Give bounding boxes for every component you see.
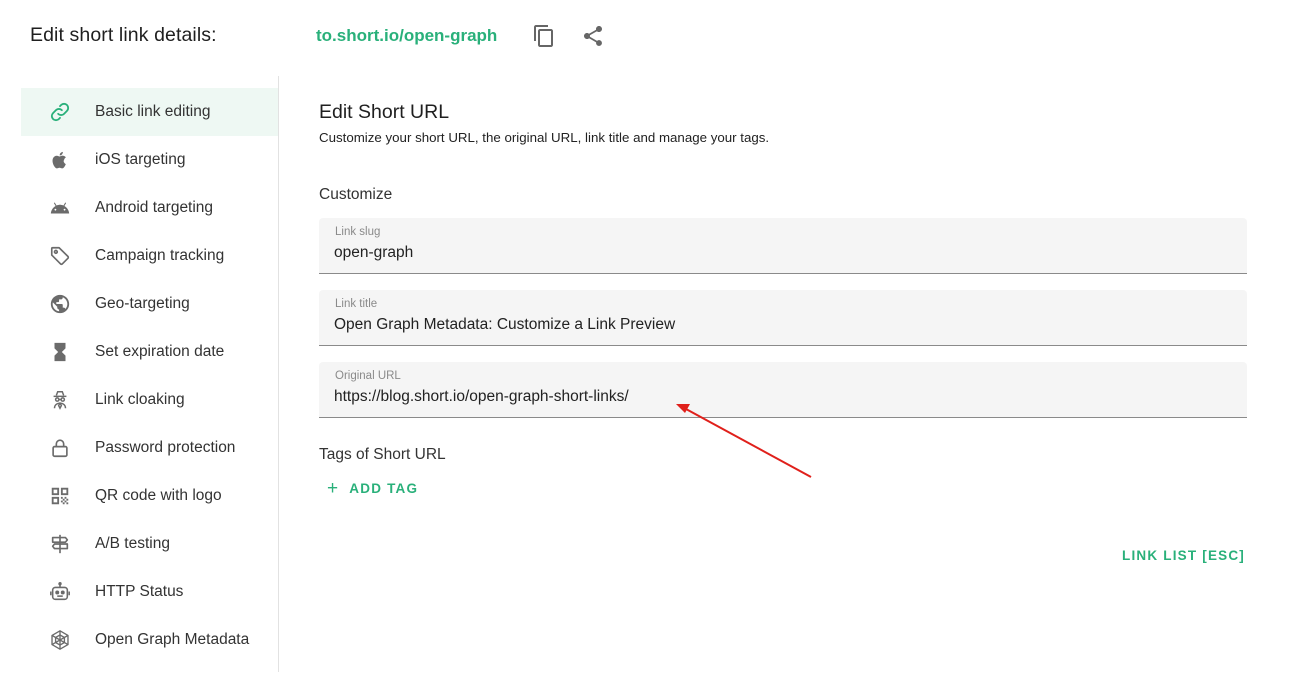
- globe-icon: [48, 292, 72, 316]
- robot-icon: [48, 580, 72, 604]
- tag-icon: [48, 244, 72, 268]
- customize-label: Customize: [319, 186, 393, 203]
- link-slug-value[interactable]: open-graph: [334, 244, 413, 262]
- sidebar-item-ios-targeting[interactable]: iOS targeting: [21, 136, 278, 184]
- copy-icon[interactable]: [532, 24, 556, 48]
- sidebar-item-label: Geo-targeting: [95, 295, 190, 312]
- sidebar-item-http-status[interactable]: HTTP Status: [21, 568, 278, 616]
- link-slug-label: Link slug: [335, 226, 381, 238]
- section-subtitle: Customize your short URL, the original U…: [319, 130, 770, 145]
- sidebar-item-label: HTTP Status: [95, 583, 184, 600]
- share-icon[interactable]: [581, 24, 605, 48]
- sidebar-item-qr-code-with-logo[interactable]: QR code with logo: [21, 472, 278, 520]
- sidebar-item-label: QR code with logo: [95, 487, 222, 504]
- link-slug-field[interactable]: Link slug open-graph: [319, 218, 1247, 274]
- sidebar-item-label: Password protection: [95, 439, 236, 456]
- link-icon: [48, 100, 72, 124]
- add-tag-button[interactable]: + ADD TAG: [327, 479, 418, 498]
- sidebar-item-geo-targeting[interactable]: Geo-targeting: [21, 280, 278, 328]
- sidebar-item-label: Set expiration date: [95, 343, 225, 360]
- spy-icon: [48, 388, 72, 412]
- android-icon: [48, 196, 72, 220]
- tags-label: Tags of Short URL: [319, 446, 446, 463]
- sidebar-item-label: iOS targeting: [95, 151, 186, 168]
- sidebar-item-label: A/B testing: [95, 535, 170, 552]
- sidebar-item-label: Link cloaking: [95, 391, 185, 408]
- section-title: Edit Short URL: [319, 101, 450, 123]
- signpost-icon: [48, 532, 72, 556]
- sidebar-item-basic-link-editing[interactable]: Basic link editing: [21, 88, 278, 136]
- sidebar-item-open-graph-metadata[interactable]: Open Graph Metadata: [21, 616, 278, 664]
- link-title-value[interactable]: Open Graph Metadata: Customize a Link Pr…: [334, 316, 675, 334]
- sidebar-item-label: Basic link editing: [95, 103, 211, 120]
- sidebar-item-label: Open Graph Metadata: [95, 631, 250, 648]
- sidebar-item-label: Campaign tracking: [95, 247, 225, 264]
- sidebar-item-campaign-tracking[interactable]: Campaign tracking: [21, 232, 278, 280]
- short-link-url[interactable]: to.short.io/open-graph: [316, 26, 497, 46]
- hourglass-icon: [48, 340, 72, 364]
- web-icon: [48, 628, 72, 652]
- page-header-title: Edit short link details:: [30, 24, 217, 46]
- apple-icon: [48, 148, 72, 172]
- plus-icon: +: [327, 478, 340, 499]
- sidebar-item-ab-testing[interactable]: A/B testing: [21, 520, 278, 568]
- original-url-field[interactable]: Original URL https://blog.short.io/open-…: [319, 362, 1247, 418]
- sidebar-item-android-targeting[interactable]: Android targeting: [21, 184, 278, 232]
- add-tag-label: ADD TAG: [349, 481, 419, 496]
- link-title-field[interactable]: Link title Open Graph Metadata: Customiz…: [319, 290, 1247, 346]
- sidebar-item-link-cloaking[interactable]: Link cloaking: [21, 376, 278, 424]
- sidebar-nav: Basic link editing iOS targeting Android…: [21, 76, 279, 672]
- sidebar-item-password-protection[interactable]: Password protection: [21, 424, 278, 472]
- sidebar-item-set-expiration-date[interactable]: Set expiration date: [21, 328, 278, 376]
- original-url-label: Original URL: [335, 370, 401, 382]
- qr-code-icon: [48, 484, 72, 508]
- link-title-label: Link title: [335, 298, 378, 310]
- link-list-button[interactable]: LINK LIST [ESC]: [1122, 548, 1245, 563]
- original-url-value[interactable]: https://blog.short.io/open-graph-short-l…: [334, 388, 629, 406]
- lock-icon: [48, 436, 72, 460]
- sidebar-item-label: Android targeting: [95, 199, 214, 216]
